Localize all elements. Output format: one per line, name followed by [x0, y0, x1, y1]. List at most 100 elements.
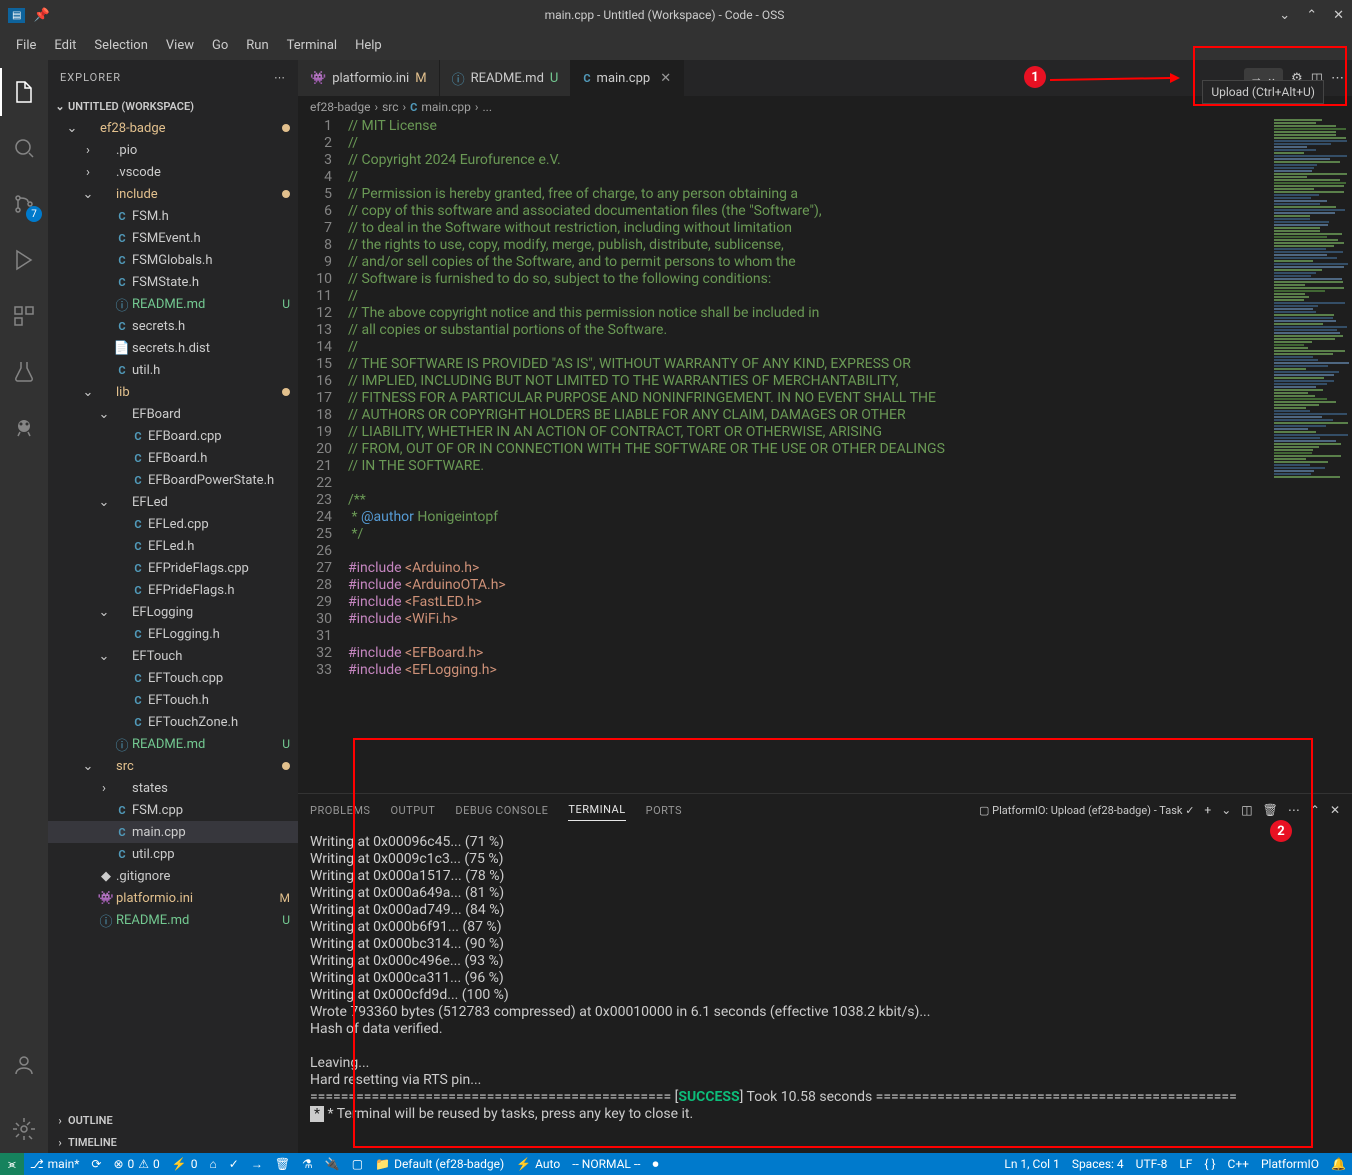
timeline-section[interactable]: ›TIMELINE — [48, 1131, 298, 1153]
file-EFBoard.h[interactable]: CEFBoard.h — [48, 447, 298, 469]
platformio-icon[interactable] — [0, 404, 48, 452]
file-ef28-badge[interactable]: ⌄ef28-badge — [48, 117, 298, 139]
language-mode[interactable]: C++ — [1222, 1157, 1255, 1171]
close-window-icon[interactable]: ✕ — [1333, 8, 1344, 23]
menu-file[interactable]: File — [8, 34, 44, 57]
explorer-more-icon[interactable]: ⋯ — [274, 71, 286, 84]
new-terminal-icon[interactable]: + — [1204, 803, 1211, 817]
scm-icon[interactable]: 7 — [0, 180, 48, 228]
menu-terminal[interactable]: Terminal — [279, 34, 345, 57]
file-util.cpp[interactable]: Cutil.cpp — [48, 843, 298, 865]
file-EFLed.h[interactable]: CEFLed.h — [48, 535, 298, 557]
file-EFBoard.cpp[interactable]: CEFBoard.cpp — [48, 425, 298, 447]
menu-go[interactable]: Go — [204, 34, 236, 57]
file-FSM.cpp[interactable]: CFSM.cpp — [48, 799, 298, 821]
breadcrumb-item[interactable]: ... — [482, 100, 492, 114]
maximize-icon[interactable]: ⌃ — [1306, 8, 1317, 23]
app-menu-icon[interactable]: ▤ — [8, 8, 25, 23]
file-EFLogging[interactable]: ⌄EFLogging — [48, 601, 298, 623]
file-EFLogging.h[interactable]: CEFLogging.h — [48, 623, 298, 645]
close-icon[interactable]: ✕ — [660, 71, 671, 86]
pio-upload-icon[interactable]: → — [245, 1157, 269, 1171]
file-EFLed[interactable]: ⌄EFLed — [48, 491, 298, 513]
split-terminal-icon[interactable]: ◫ — [1241, 803, 1252, 817]
explorer-icon[interactable] — [0, 68, 48, 116]
terminal-dropdown-icon[interactable]: ⌄ — [1221, 803, 1231, 817]
platformio-status[interactable]: PlatformIO — [1255, 1157, 1325, 1171]
pio-clean-icon[interactable]: 🗑 — [269, 1157, 296, 1171]
file-secrets.h.dist[interactable]: 📄secrets.h.dist — [48, 337, 298, 359]
file-README.md[interactable]: ⓘREADME.mdU — [48, 733, 298, 755]
pin-icon[interactable]: 📌 — [33, 8, 49, 23]
terminal-task-label[interactable]: ▢ PlatformIO: Upload (ef28-badge) - Task… — [979, 804, 1194, 817]
indentation[interactable]: Spaces: 4 — [1066, 1157, 1130, 1171]
file-README.md[interactable]: ⓘREADME.mdU — [48, 909, 298, 931]
more-icon[interactable]: ⋯ — [1288, 803, 1300, 817]
tab-platformio.ini[interactable]: 👾platformio.iniM — [298, 60, 440, 96]
minimap[interactable] — [1272, 118, 1352, 793]
file-EFTouch.cpp[interactable]: CEFTouch.cpp — [48, 667, 298, 689]
file-include[interactable]: ⌄include — [48, 183, 298, 205]
debug-icon[interactable] — [0, 236, 48, 284]
breadcrumb-item[interactable]: src — [382, 100, 398, 114]
kill-terminal-icon[interactable]: 🗑 — [1263, 803, 1278, 817]
file-platformio.ini[interactable]: 👾platformio.iniM — [48, 887, 298, 909]
menu-selection[interactable]: Selection — [86, 34, 155, 57]
git-sync[interactable]: ⟳ — [85, 1157, 107, 1171]
panel-tab-terminal[interactable]: TERMINAL — [568, 799, 625, 821]
outline-section[interactable]: ›OUTLINE — [48, 1109, 298, 1131]
file-EFBoardPowerState.h[interactable]: CEFBoardPowerState.h — [48, 469, 298, 491]
terminal-output[interactable]: Writing at 0x00096c45... (71 %) Writing … — [298, 826, 1352, 1153]
file-README.md[interactable]: ⓘREADME.mdU — [48, 293, 298, 315]
file-EFTouchZone.h[interactable]: CEFTouchZone.h — [48, 711, 298, 733]
testing-icon[interactable] — [0, 348, 48, 396]
file-lib[interactable]: ⌄lib — [48, 381, 298, 403]
menu-run[interactable]: Run — [238, 34, 276, 57]
encoding[interactable]: UTF-8 — [1130, 1157, 1174, 1171]
file-EFPrideFlags.h[interactable]: CEFPrideFlags.h — [48, 579, 298, 601]
accounts-icon[interactable] — [0, 1041, 48, 1089]
file-EFTouch[interactable]: ⌄EFTouch — [48, 645, 298, 667]
cursor-position[interactable]: Ln 1, Col 1 — [998, 1157, 1065, 1171]
file-src[interactable]: ⌄src — [48, 755, 298, 777]
pio-env[interactable]: 📁 Default (ef28-badge) — [369, 1157, 510, 1171]
file-FSMState.h[interactable]: CFSMState.h — [48, 271, 298, 293]
pio-monitor-icon[interactable]: 🔌 — [319, 1157, 346, 1171]
settings-icon[interactable] — [0, 1105, 48, 1153]
pio-build-icon[interactable]: ✓ — [223, 1157, 245, 1171]
pio-terminal-icon[interactable]: ▢ — [346, 1157, 369, 1171]
notifications-icon[interactable]: 🔔 — [1325, 1157, 1352, 1171]
panel-tab-ports[interactable]: PORTS — [646, 800, 682, 821]
minimize-icon[interactable]: ⌄ — [1279, 8, 1290, 23]
panel-tab-problems[interactable]: PROBLEMS — [310, 800, 370, 821]
pio-test-icon[interactable]: ⚗ — [296, 1157, 319, 1171]
eol[interactable]: LF — [1173, 1157, 1198, 1171]
workspace-section[interactable]: ⌄UNTITLED (WORKSPACE) — [48, 95, 298, 117]
panel-tab-output[interactable]: OUTPUT — [390, 800, 435, 821]
breadcrumb[interactable]: ef28-badge›src›Cmain.cpp›... — [298, 96, 1352, 118]
code-content[interactable]: // MIT License // // Copyright 2024 Euro… — [348, 118, 1272, 793]
remote-indicator[interactable]: ⪤ — [0, 1153, 24, 1175]
file-util.h[interactable]: Cutil.h — [48, 359, 298, 381]
code-editor[interactable]: 1234567891011121314151617181920212223242… — [298, 118, 1352, 793]
ports-status[interactable]: ⚡ 0 — [166, 1157, 204, 1171]
file-secrets.h[interactable]: Csecrets.h — [48, 315, 298, 337]
panel-tab-debug console[interactable]: DEBUG CONSOLE — [455, 800, 548, 821]
menu-help[interactable]: Help — [347, 34, 390, 57]
file-EFTouch.h[interactable]: CEFTouch.h — [48, 689, 298, 711]
maximize-panel-icon[interactable]: ⌃ — [1310, 803, 1320, 817]
extensions-icon[interactable] — [0, 292, 48, 340]
vim-record-icon[interactable]: ⏺ — [647, 1157, 665, 1172]
file-FSMGlobals.h[interactable]: CFSMGlobals.h — [48, 249, 298, 271]
file-EFBoard[interactable]: ⌄EFBoard — [48, 403, 298, 425]
search-icon[interactable] — [0, 124, 48, 172]
file-EFLed.cpp[interactable]: CEFLed.cpp — [48, 513, 298, 535]
file-.vscode[interactable]: ›.vscode — [48, 161, 298, 183]
file-FSM.h[interactable]: CFSM.h — [48, 205, 298, 227]
pio-home-icon[interactable]: ⌂ — [204, 1157, 223, 1171]
tab-main.cpp[interactable]: Cmain.cpp✕ — [571, 60, 684, 96]
file-FSMEvent.h[interactable]: CFSMEvent.h — [48, 227, 298, 249]
problems-status[interactable]: ⊗ 0 ⚠ 0 — [107, 1157, 165, 1171]
file-EFPrideFlags.cpp[interactable]: CEFPrideFlags.cpp — [48, 557, 298, 579]
close-panel-icon[interactable]: ✕ — [1330, 803, 1340, 817]
